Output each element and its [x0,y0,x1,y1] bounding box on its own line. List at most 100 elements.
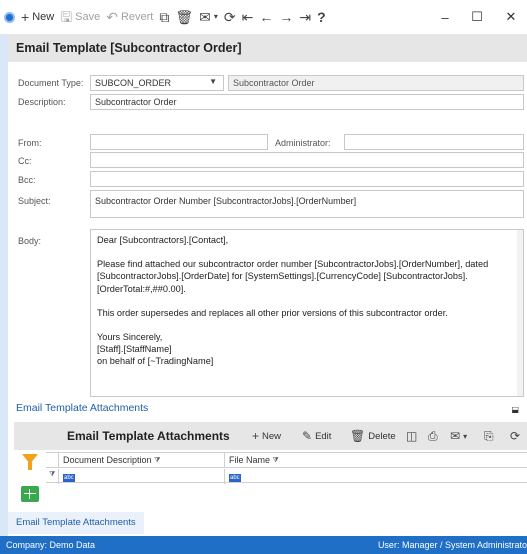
arrow-left-icon: ← [259,9,274,25]
save-button-label: Save [75,11,101,23]
print-icon: ⎙ [428,428,438,443]
text-filter-icon: abc [63,474,75,482]
subject-label: Subject: [18,196,51,206]
close-icon: ✕ [505,9,517,24]
attachment-edit-button[interactable]: ✎ Edit [302,422,331,450]
first-record-button[interactable]: ⇤ [242,10,254,24]
column-filter-icon[interactable]: ⧩ [273,457,279,464]
file-name-filter[interactable]: abc [224,469,527,484]
body-paragraph: Dear [Subcontractors].[Contact], [97,235,229,245]
description-label: Description: [18,97,66,107]
attachment-delete-button[interactable]: 🗑 Delete [350,422,396,450]
administrator-field[interactable] [344,134,524,150]
administrator-label: Administrator: [275,138,331,148]
columns-icon: ◫ [406,429,418,443]
undo-icon: ↶ [106,9,118,25]
email-icon: ✉ [450,429,461,443]
column-header-document-description[interactable]: Document Description ⧩ [58,453,224,468]
cc-field[interactable] [90,152,524,168]
left-edge-stripe [0,34,8,536]
new-button-label: New [32,11,55,23]
export-button[interactable]: ⎘ [484,422,494,450]
text-filter-icon: abc [229,474,241,482]
maximize-icon: ☐ [471,9,483,24]
first-icon: ⇤ [241,9,254,25]
body-paragraph: This order supersedes and replaces all o… [97,307,448,318]
dropdown-arrow-icon: ▾ [213,12,218,21]
help-button[interactable]: ? [317,10,326,24]
body-paragraph: Please find attached our subcontractor o… [97,259,489,294]
document-description-filter[interactable]: abc [58,469,224,484]
edit-icon: ✎ [302,429,313,443]
subject-value: Subcontractor Order Number [Subcontracto… [95,196,357,206]
print-button[interactable]: ⎙ [428,422,438,450]
columns-button[interactable]: ◫ [406,422,417,450]
next-record-button[interactable]: → [279,10,293,24]
attachment-delete-label: Delete [368,430,396,442]
copy-icon: ⧉ [159,9,170,25]
document-type-label: Document Type: [18,78,84,88]
description-field[interactable]: Subcontractor Order [90,94,524,110]
attachment-new-button[interactable]: + New [252,422,281,450]
grid-header-row: Document Description ⧩ File Name ⧩ [46,453,527,468]
plus-icon: + [252,429,260,443]
plus-icon: + [21,9,30,25]
minimize-icon: – [441,9,449,25]
trash-icon: 🗑 [350,429,366,443]
minimize-button[interactable]: – [430,0,460,34]
attachment-new-label: New [262,430,282,442]
app-icon [4,11,15,23]
cc-label: Cc: [18,156,32,166]
status-user: User: Manager / System Administrato [377,540,527,550]
attachments-toolbar: Email Template Attachments + New ✎ Edit … [14,422,527,450]
from-field[interactable] [90,134,268,150]
body-label: Body: [18,236,42,246]
document-type-value: SUBCON_ORDER [95,78,172,88]
dropdown-arrow-icon: ▾ [463,431,468,441]
from-label: From: [18,138,42,148]
arrow-right-icon: → [279,9,294,25]
column-header-file-name[interactable]: File Name ⧩ [224,453,527,468]
document-type-select[interactable]: SUBCON_ORDER ▼ [90,75,224,91]
email-menu-button[interactable]: ✉ ▾ [199,10,218,24]
refresh-icon: ⟳ [223,9,236,25]
row-filter-icon: ⧩ [49,471,56,478]
export-icon: ⎘ [484,428,494,443]
bcc-label: Bcc: [18,175,36,185]
column-filter-icon[interactable]: ⧩ [154,457,160,464]
body-editor[interactable]: Dear [Subcontractors].[Contact], Please … [90,229,524,397]
help-icon: ? [317,9,326,25]
attachments-grid: Document Description ⧩ File Name ⧩ ⧩ abc… [46,452,527,486]
save-button[interactable]: 🖫 Save [60,10,100,24]
revert-button[interactable]: ↶ Revert [106,10,153,24]
last-record-button[interactable]: ⇥ [299,10,311,24]
new-button[interactable]: + New [21,10,54,24]
previous-record-button[interactable]: ← [259,10,273,24]
grid-layout-icon[interactable] [21,486,39,502]
grid-side-tools [14,450,46,510]
grid-filter-row: ⧩ abc abc [46,469,527,484]
maximize-button[interactable]: ☐ [462,0,492,34]
page-title: Email Template [Subcontractor Order] [8,34,527,62]
bcc-field[interactable] [90,171,524,187]
chevron-down-icon: ▼ [209,77,217,86]
attachments-section-title: Email Template Attachments [16,402,149,414]
grid-refresh-button[interactable]: ⟳ [510,422,520,450]
attachment-email-button[interactable]: ✉ ▾ [450,422,467,450]
subject-field[interactable]: Subcontractor Order Number [Subcontracto… [90,190,524,218]
close-button[interactable]: ✕ [496,0,526,34]
pin-icon[interactable]: ⬓ [511,405,519,414]
body-scrollbar[interactable] [517,230,523,396]
body-paragraph: Yours Sincerely, [Staff].[StaffName] on … [97,332,214,367]
refresh-button[interactable]: ⟳ [224,10,236,24]
delete-button[interactable]: 🗑 [175,10,193,24]
trash-icon: 🗑 [175,9,194,25]
tab-email-template-attachments[interactable]: Email Template Attachments [8,512,144,534]
top-toolbar: + New 🖫 Save ↶ Revert ⧉ 🗑 ✉ ▾ ⟳ ⇤ ← → ⇥ … [0,0,527,34]
status-company: Company: Demo Data [6,540,96,550]
copy-button[interactable]: ⧉ [159,10,169,24]
email-icon: ✉ [199,9,211,25]
last-icon: ⇥ [299,9,312,25]
attachment-edit-label: Edit [315,430,332,442]
document-type-description: Subcontractor Order [228,75,524,91]
